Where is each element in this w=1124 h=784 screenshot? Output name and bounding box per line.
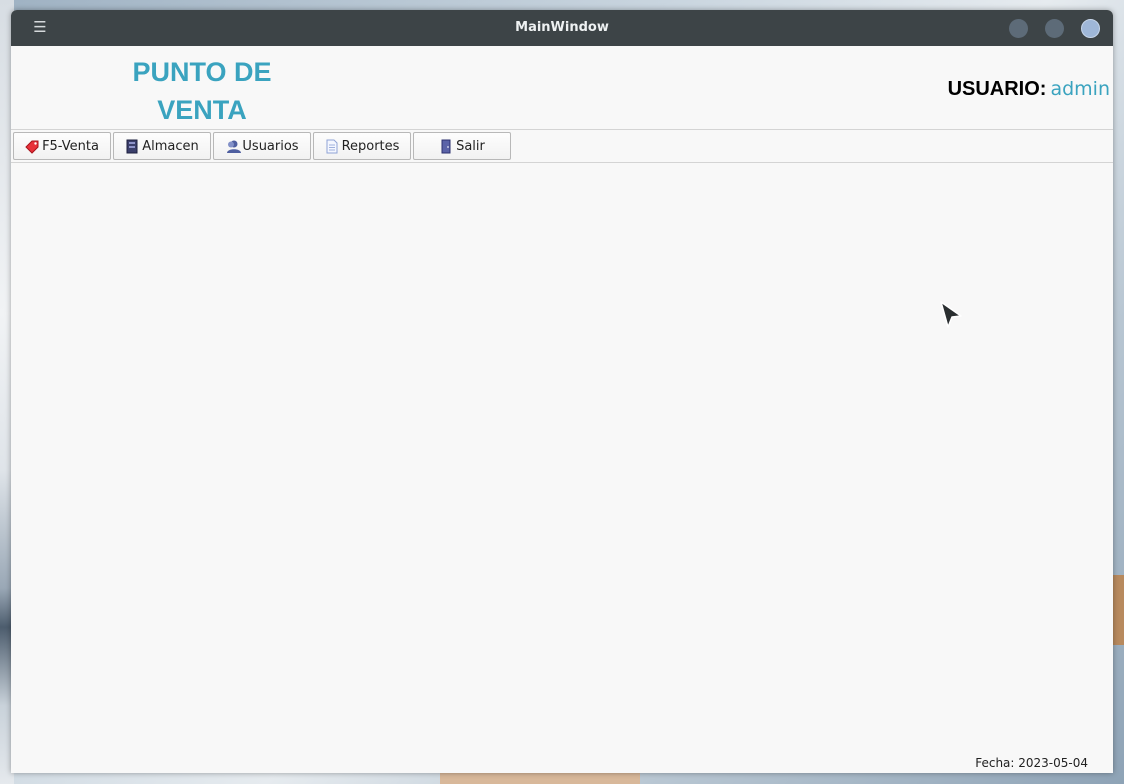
main-content-area: Fecha: 2023-05-04 (11, 163, 1113, 773)
title-bar[interactable]: ☰ MainWindow (11, 10, 1113, 46)
window-title: MainWindow (515, 20, 609, 35)
salir-button-label: Salir (456, 138, 485, 154)
maximize-button[interactable] (1045, 19, 1064, 38)
usuarios-button[interactable]: Usuarios (213, 132, 311, 160)
user-icon (225, 139, 242, 154)
date-status: Fecha: 2023-05-04 (975, 756, 1088, 770)
reportes-button-label: Reportes (341, 138, 400, 154)
header: PUNTO DE VENTA USUARIO: admin (11, 46, 1113, 130)
user-value: admin (1050, 78, 1110, 100)
warehouse-icon (125, 139, 139, 154)
main-window: ☰ MainWindow PUNTO DE VENTA USUARIO: admi… (11, 10, 1113, 773)
venta-button[interactable]: F5-Venta (13, 132, 111, 160)
mouse-pointer-icon (938, 300, 964, 332)
brand-title-line-2: VENTA (157, 95, 247, 125)
almacen-button[interactable]: Almacen (113, 132, 211, 160)
door-icon (439, 139, 453, 154)
toolbar: F5-Venta Almacen Usuarios Reportes Salir (11, 130, 1113, 163)
brand-title-line-1: PUNTO DE (132, 57, 272, 87)
user-info: USUARIO: admin (948, 74, 1110, 104)
usuarios-button-label: Usuarios (242, 138, 299, 154)
almacen-button-label: Almacen (142, 138, 199, 154)
user-label: USUARIO: (947, 78, 1047, 100)
desktop-background-bottom (440, 772, 640, 784)
document-icon (325, 139, 339, 154)
tag-icon (25, 139, 39, 154)
brand-title: PUNTO DE VENTA (119, 53, 285, 129)
venta-button-label: F5-Venta (42, 138, 99, 154)
salir-button[interactable]: Salir (413, 132, 511, 160)
close-button[interactable] (1081, 19, 1100, 38)
reportes-button[interactable]: Reportes (313, 132, 411, 160)
minimize-button[interactable] (1009, 19, 1028, 38)
